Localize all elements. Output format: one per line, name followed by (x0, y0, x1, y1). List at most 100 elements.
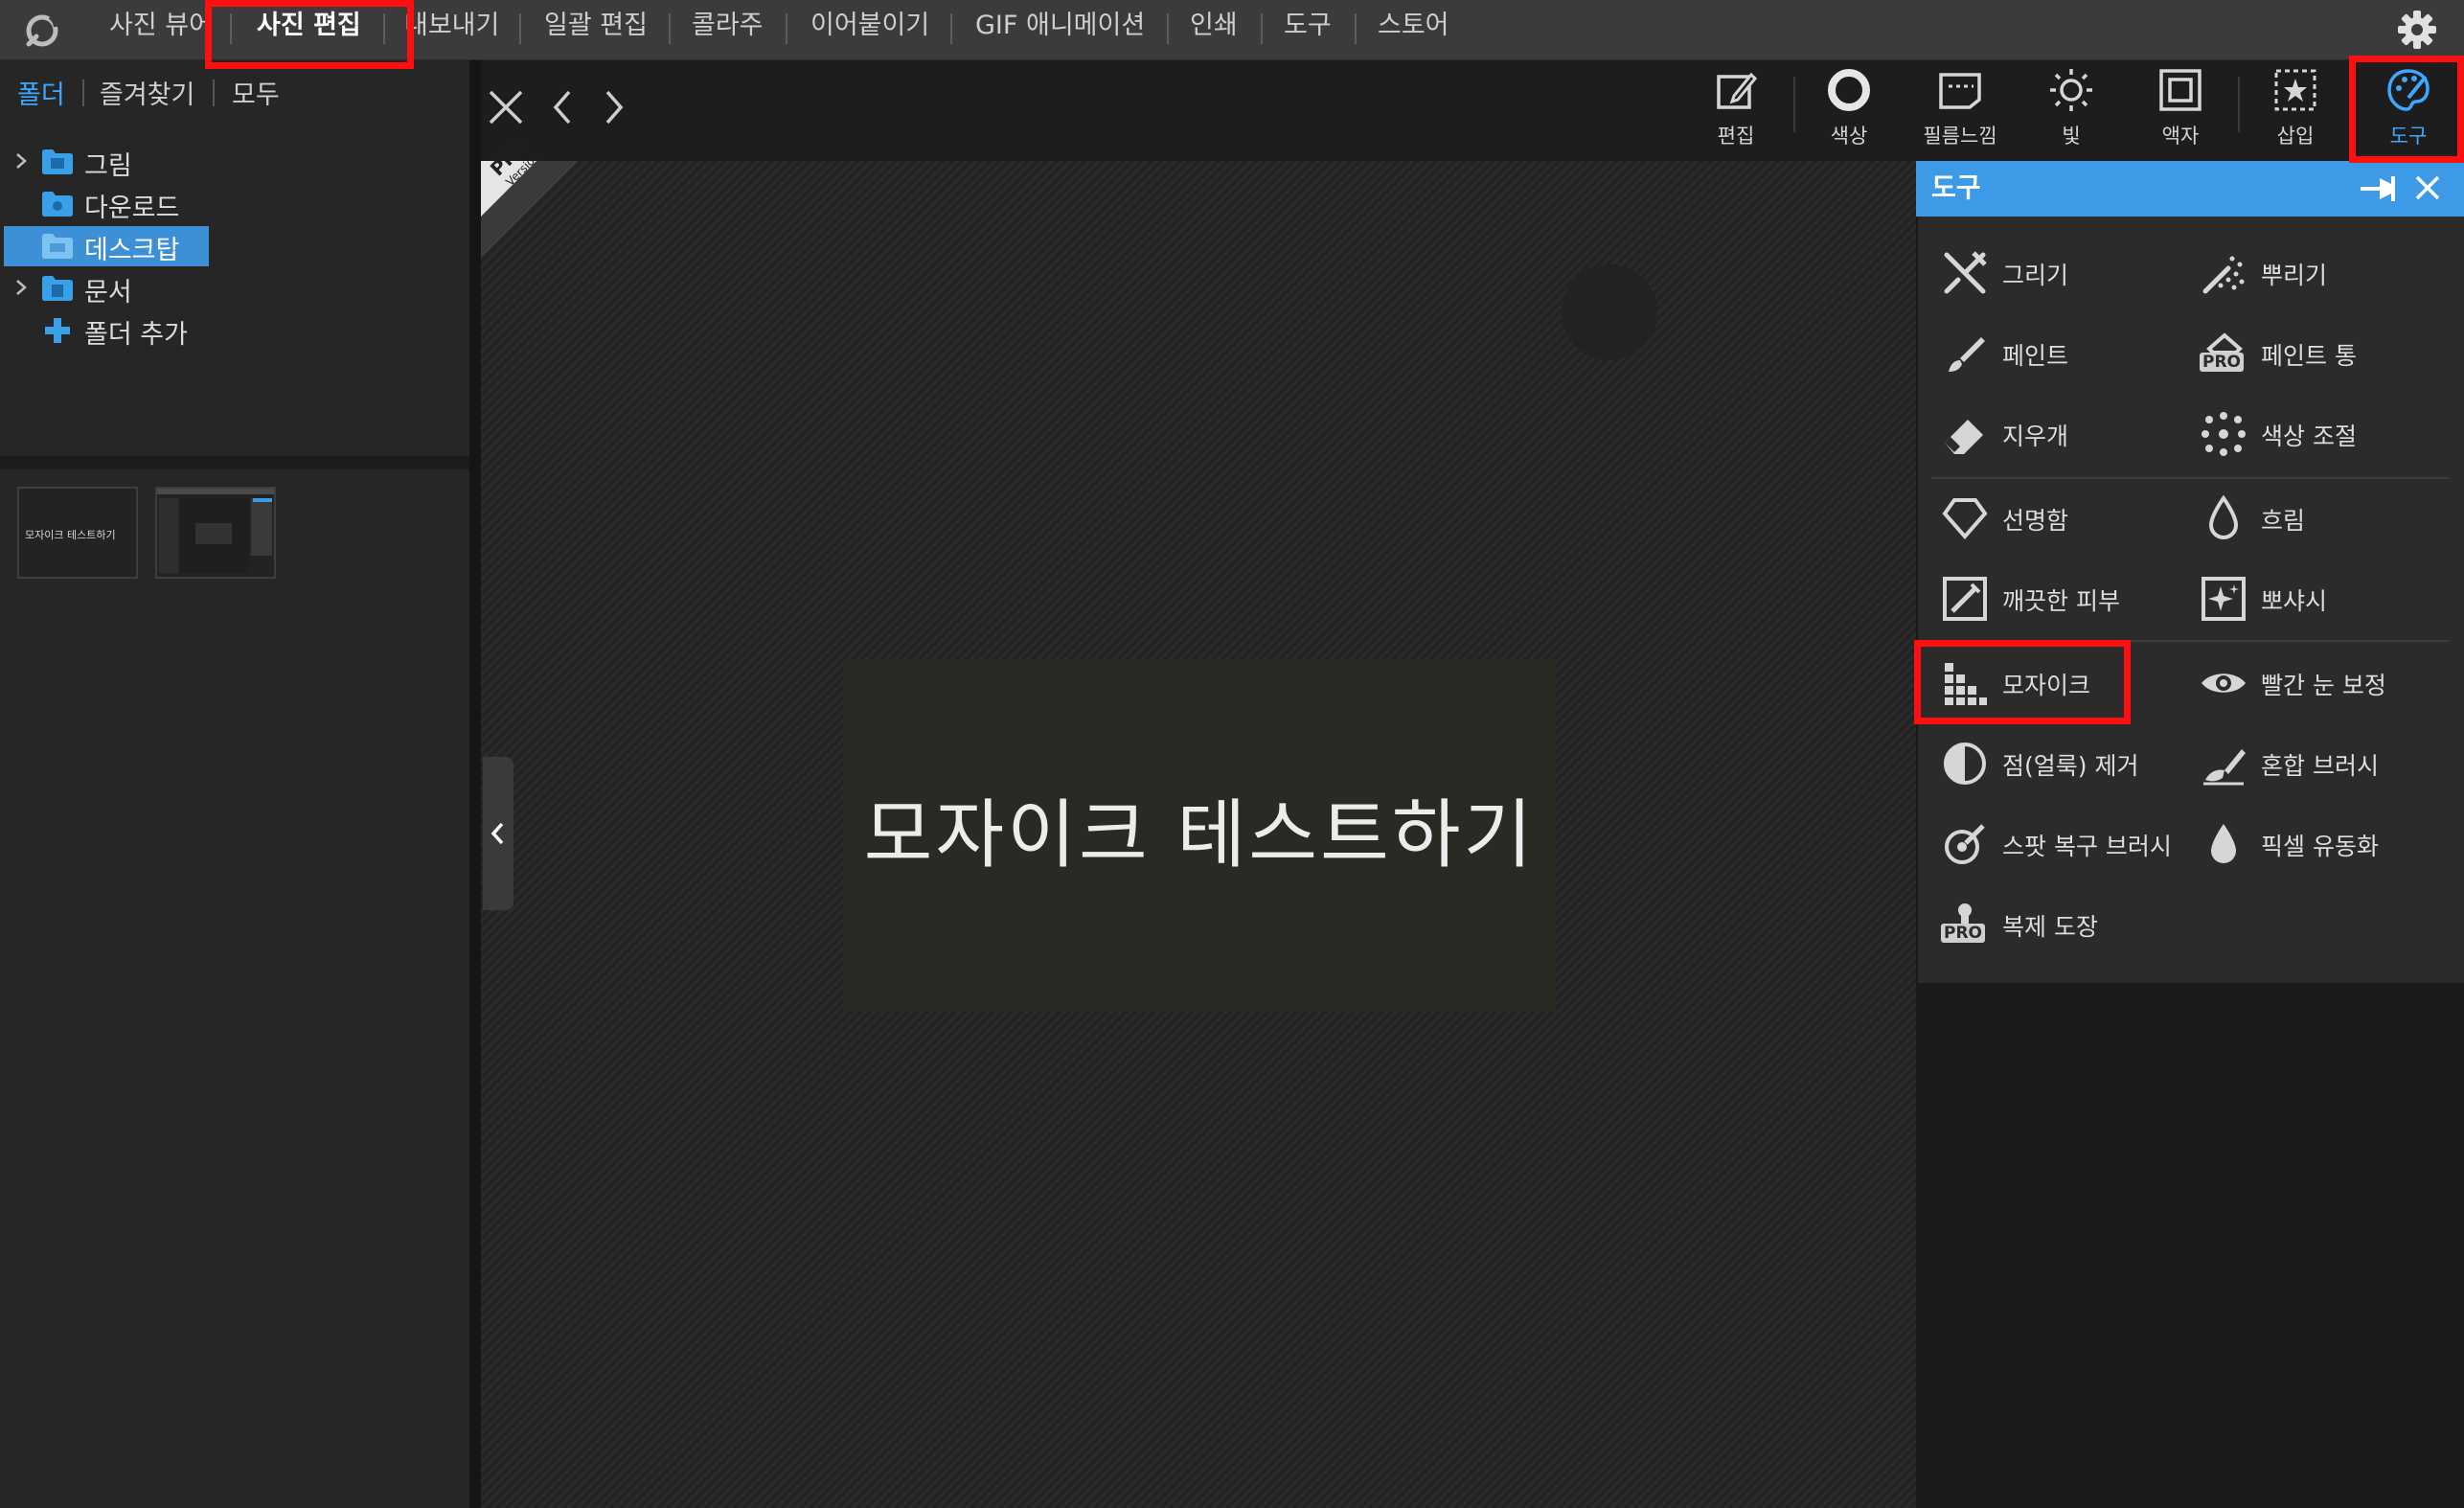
edit-icon (1717, 72, 1758, 109)
tool-label: 색상 조절 (2261, 423, 2357, 450)
menu-batch-edit[interactable]: 일괄 편집 (544, 0, 648, 59)
tree-item-desktop[interactable]: 데스크탑 (0, 226, 469, 266)
settings-gear-icon[interactable] (2395, 8, 2439, 52)
sun-icon (2050, 69, 2092, 111)
toolbar-label: 빛 (2062, 125, 2081, 148)
tool-label: 혼합 브러시 (2261, 752, 2379, 780)
tool-mosaic[interactable]: 모자이크 (1941, 650, 2194, 719)
panel-divider (0, 456, 469, 469)
tool-label: 빨간 눈 보정 (2261, 672, 2386, 699)
toolbar-label: 도구 (2389, 125, 2428, 148)
toolbar-label: 삽입 (2276, 125, 2315, 148)
pro-badge: PRO (1941, 924, 1986, 943)
blur-drop-icon (2208, 494, 2239, 539)
tool-label: 깨끗한 피부 (2002, 587, 2120, 615)
tab-folders[interactable]: 폴더 (17, 74, 65, 111)
menu-gif-animation[interactable]: GIF 애니메이션 (975, 0, 1145, 59)
thumbnail-screenshot[interactable] (155, 487, 276, 579)
spot-remove-icon (1944, 743, 1986, 785)
tree-item-pictures[interactable]: 그림 (0, 142, 469, 182)
menu-separator (950, 13, 952, 44)
photo-text: 모자이크 테스트하기 (863, 792, 1536, 879)
tool-label: 뽀샤시 (2261, 587, 2328, 615)
menu-export[interactable]: 내보내기 (404, 0, 499, 59)
toolbar-label: 색상 (1830, 125, 1868, 148)
menu-separator (383, 13, 385, 44)
tree-item-documents[interactable]: 문서 (0, 268, 469, 308)
tool-spray[interactable]: 뿌리기 (2200, 240, 2453, 308)
tool-clean-skin[interactable]: 깨끗한 피부 (1941, 565, 2194, 634)
tool-clone-stamp[interactable]: PRO 복제 도장 (1941, 891, 2194, 960)
toolbar-light-button[interactable]: 빛 (2023, 65, 2119, 153)
sharpen-icon (1942, 498, 1988, 540)
close-icon[interactable] (2414, 174, 2441, 201)
tab-separator (82, 80, 84, 106)
tool-paint-bucket[interactable]: PRO 페인트 통 (2200, 320, 2453, 389)
tool-sharpen[interactable]: 선명함 (1941, 485, 2194, 554)
tool-draw[interactable]: 그리기 (1941, 240, 2194, 308)
menu-separator (786, 13, 787, 44)
tool-color-adjust[interactable]: 색상 조절 (2200, 400, 2453, 469)
tool-label: 스팟 복구 브러시 (2002, 833, 2172, 860)
chevron-left-icon[interactable] (542, 86, 584, 128)
tools-panel-title: 도구 (1931, 171, 1981, 203)
clean-skin-icon (1943, 577, 1987, 621)
toolbar-color-button[interactable]: 색상 (1801, 65, 1897, 153)
collapse-panel-tab[interactable] (483, 757, 513, 910)
thumbnail-mosaic-test[interactable]: 모자이크 테스트하기 (17, 487, 138, 579)
menu-tools[interactable]: 도구 (1284, 0, 1332, 59)
tool-label: 선명함 (2002, 507, 2069, 535)
toolbar-label: 편집 (1717, 125, 1755, 148)
menu-stitch[interactable]: 이어붙이기 (810, 0, 929, 59)
thumbnail-preview-image (157, 489, 274, 573)
app-logo-icon[interactable] (21, 10, 63, 52)
tree-item-add-folder[interactable]: 폴더 추가 (0, 310, 469, 351)
toolbar-edit-button[interactable]: 편집 (1688, 65, 1784, 153)
photo-image[interactable]: 모자이크 테스트하기 (843, 659, 1556, 1012)
menu-photo-viewer[interactable]: 사진 뷰어 (109, 0, 213, 59)
tree-item-label: 폴더 추가 (84, 320, 188, 350)
menu-photo-edit[interactable]: 사진 편집 (257, 0, 361, 59)
close-icon[interactable] (485, 86, 527, 128)
tool-eraser[interactable]: 지우개 (1941, 400, 2194, 469)
tool-spot-heal-brush[interactable]: 스팟 복구 브러시 (1941, 811, 2194, 880)
tool-label: 페인트 (2002, 342, 2069, 370)
tool-spot-remove[interactable]: 점(얼룩) 제거 (1941, 730, 2194, 799)
tool-label: 그리기 (2002, 262, 2069, 289)
menu-separator (669, 13, 671, 44)
tool-label: 모자이크 (2002, 672, 2091, 699)
toolbar-tools-button[interactable]: 도구 (2361, 65, 2456, 153)
toolbar-label: 필름느낌 (1923, 125, 1997, 148)
eye-icon (2202, 674, 2246, 693)
chevron-right-icon[interactable] (11, 151, 31, 171)
tool-glow[interactable]: 뽀샤시 (2200, 565, 2453, 634)
tree-item-label: 그림 (84, 151, 132, 181)
plus-icon (45, 318, 70, 343)
tab-all[interactable]: 모두 (232, 74, 280, 111)
tool-pixel-liquify[interactable]: 픽셀 유동화 (2200, 811, 2453, 880)
toolbar-insert-button[interactable]: 삽입 (2247, 65, 2343, 153)
tree-item-label: 데스크탑 (84, 236, 180, 265)
menu-print[interactable]: 인쇄 (1190, 0, 1238, 59)
tool-red-eye[interactable]: 빨간 눈 보정 (2200, 650, 2453, 719)
tool-mix-brush[interactable]: 혼합 브러시 (2200, 730, 2453, 799)
toolbar-frame-button[interactable]: 액자 (2133, 65, 2228, 153)
panel-splitter[interactable] (469, 60, 481, 1508)
tools-divider (1931, 477, 2449, 479)
folder-documents-icon (42, 276, 73, 301)
tab-favorites[interactable]: 즐겨찾기 (100, 74, 194, 111)
tool-paint[interactable]: 페인트 (1941, 320, 2194, 389)
chevron-right-icon[interactable] (592, 86, 634, 128)
canvas-brush-cursor (1562, 264, 1657, 360)
toolbar-film-button[interactable]: 필름느낌 (1912, 65, 2008, 153)
pin-icon[interactable] (2359, 172, 2397, 205)
tree-item-downloads[interactable]: 다운로드 (0, 184, 469, 224)
menu-store[interactable]: 스토어 (1378, 0, 1449, 59)
chevron-right-icon[interactable] (11, 278, 31, 297)
menu-collage[interactable]: 콜라주 (692, 0, 764, 59)
draw-icon (1944, 251, 1987, 294)
brush-icon (1949, 337, 1985, 372)
mosaic-icon (1945, 663, 1987, 705)
tool-label: 점(얼룩) 제거 (2002, 752, 2139, 780)
tool-blur[interactable]: 흐림 (2200, 485, 2453, 554)
